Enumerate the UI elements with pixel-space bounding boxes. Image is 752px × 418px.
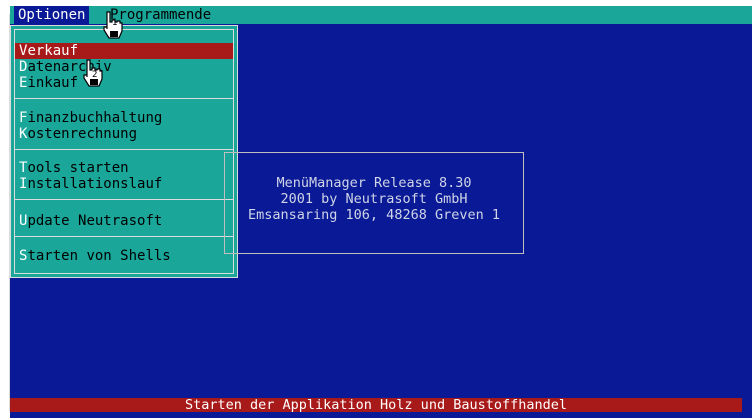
menu-item-label: erkauf [27,43,79,59]
about-box: MenüManager Release 8.30 2001 by Neutras… [224,152,524,254]
about-copyright: 2001 by Neutrasoft GmbH [280,191,468,207]
cursor-label: 1 [112,18,117,28]
menu-separator [15,199,233,200]
menu-item-label: ools starten [27,160,129,176]
hand-pointer-icon: 1 [103,11,123,39]
menu-item-label: inanzbuchhaltung [27,110,163,126]
menu-separator [15,236,233,237]
status-bar: Starten der Applikation Holz und Baustof… [10,398,742,412]
optionen-dropdown: Verkauf Datenarchiv Einkauf Finanzbuchha… [10,25,238,278]
menu-item-update-neutrasoft[interactable]: Update Neutrasoft [15,213,233,229]
menu-item-installationslauf[interactable]: Installationslauf [15,176,233,192]
menu-item-tools-starten[interactable]: Tools starten [15,160,233,176]
dos-screen: Optionen Programmende Verkauf Datenarchi… [10,6,752,418]
menu-item-kostenrechnung[interactable]: Kostenrechnung [15,126,233,142]
menu-separator [15,149,233,150]
menu-item-datenarchiv[interactable]: Datenarchiv [15,59,233,75]
menu-item-label: tarten von Shells [27,248,171,264]
menu-item-starten-von-shells[interactable]: Starten von Shells [15,248,233,264]
hand-pointer-icon: 2 [83,59,103,87]
menu-item-label: ostenrechnung [27,126,138,142]
menu-separator [15,98,233,99]
menu-item-label: inkauf [27,75,79,91]
screen-left-edge [9,14,10,412]
menu-item-label: nstallationslauf [27,176,163,192]
menu-item-einkauf[interactable]: Einkauf [15,75,233,91]
menu-item-finanzbuchhaltung[interactable]: Finanzbuchhaltung [15,110,233,126]
dropdown-frame: Verkauf Datenarchiv Einkauf Finanzbuchha… [14,29,234,274]
cursor-label: 2 [92,70,97,80]
menu-optionen[interactable]: Optionen [14,6,90,24]
menu-item-label: pdate Neutrasoft [27,213,163,229]
about-address: Emsansaring 106, 48268 Greven 1 [248,207,500,223]
about-version: MenüManager Release 8.30 [276,175,472,191]
menu-item-verkauf[interactable]: Verkauf [15,43,233,59]
